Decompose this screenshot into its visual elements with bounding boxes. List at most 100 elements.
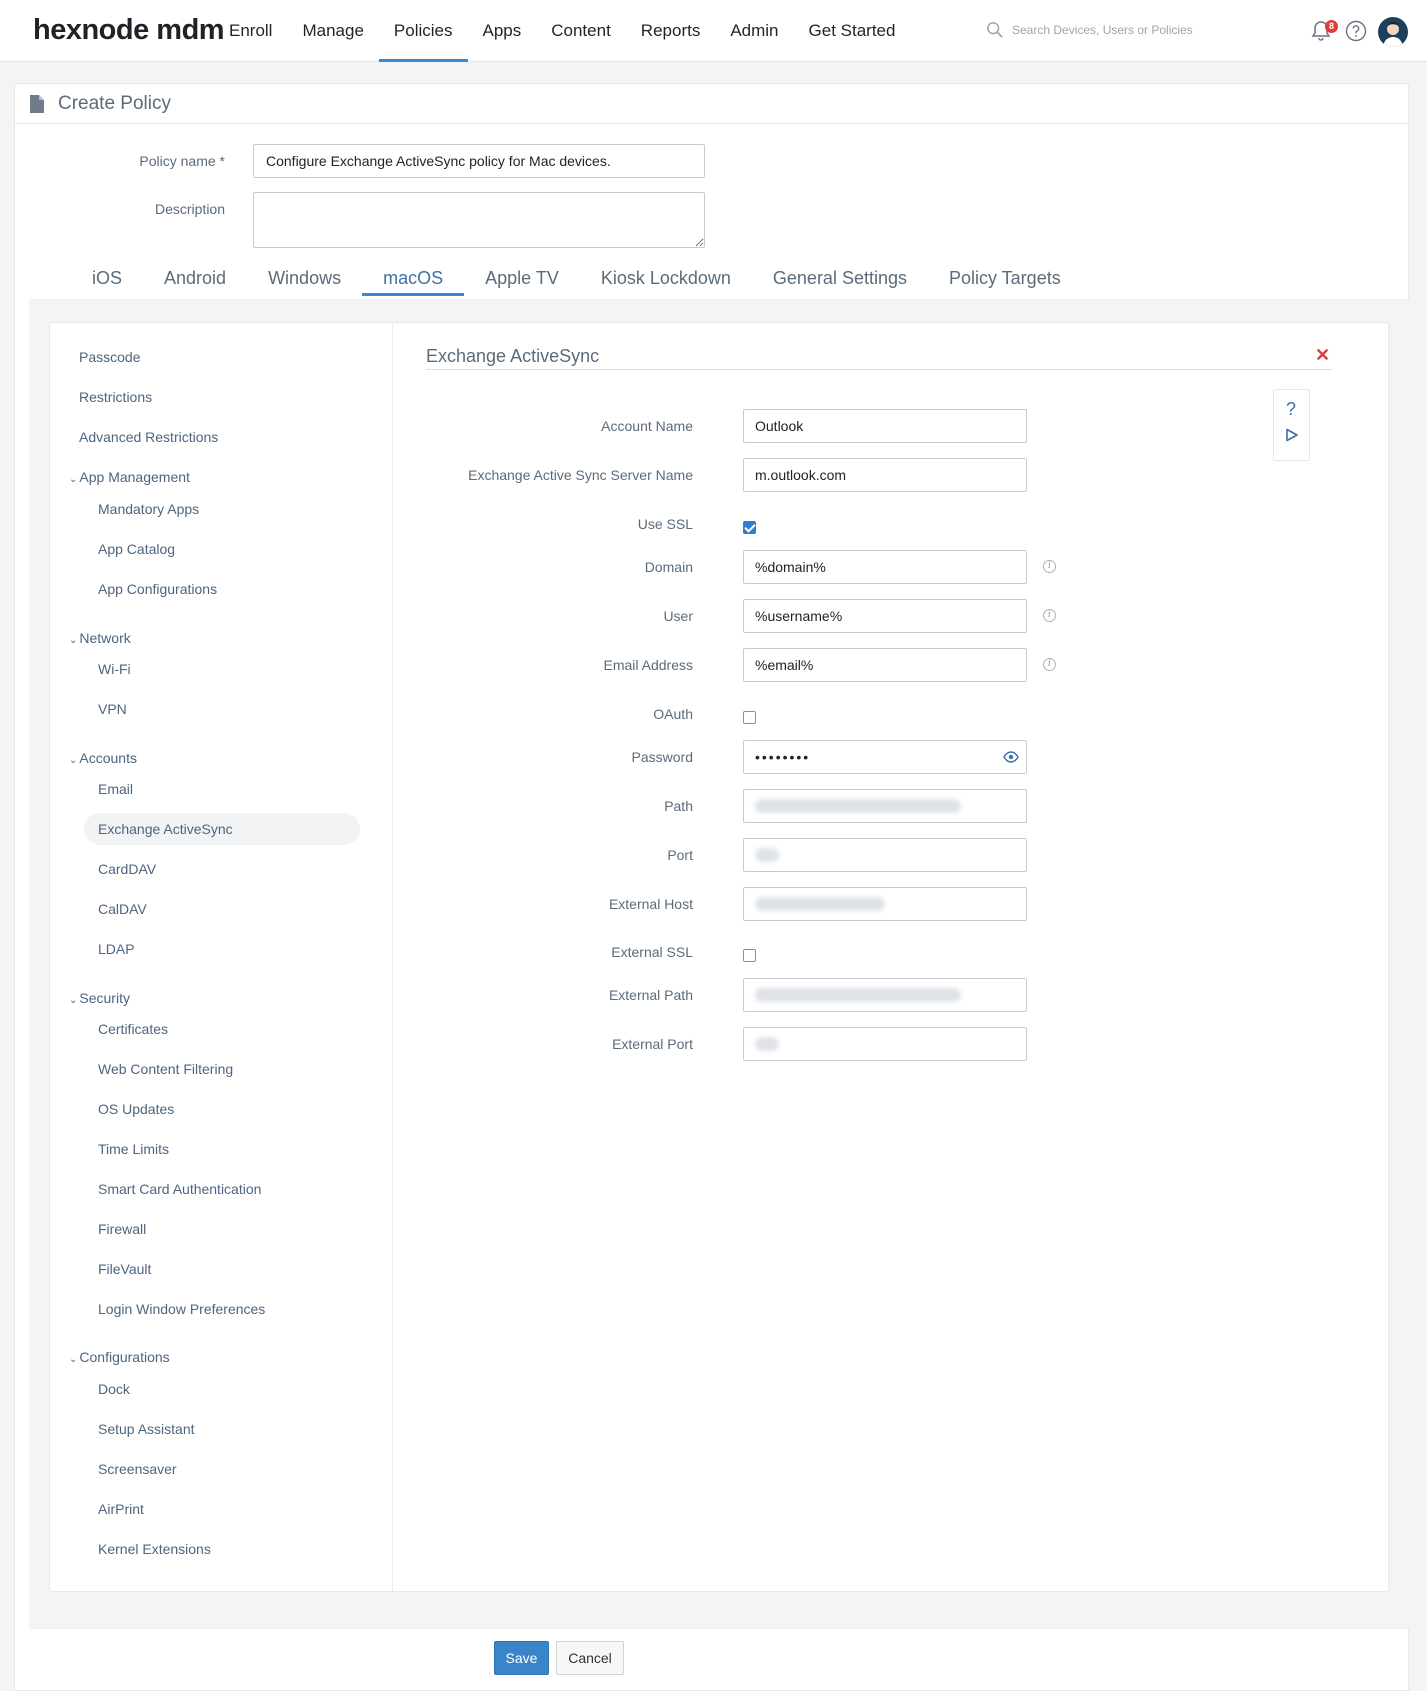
help-icon[interactable] [1345,20,1367,42]
exchange-activesync-panel: Exchange ActiveSync ✕ ? Account Name Exc… [393,323,1390,1593]
user-avatar-icon [1383,22,1403,47]
description-row: Description [15,192,705,248]
info-icon[interactable]: i [1043,658,1056,671]
sidebar-item-app-configurations[interactable]: App Configurations [98,581,217,597]
sidebar-item-login-window-preferences[interactable]: Login Window Preferences [98,1301,265,1317]
sidebar-item-advanced-restrictions[interactable]: Advanced Restrictions [79,429,218,445]
top-navbar: hexnode mdm Enroll Manage Policies Apps … [0,0,1427,62]
sidebar-group-security[interactable]: ⌄ Security [69,990,130,1006]
policy-name-input[interactable] [253,144,705,178]
tab-ios[interactable]: iOS [71,261,143,295]
sidebar-item-caldav[interactable]: CalDAV [98,901,147,917]
oauth-checkbox[interactable] [743,711,756,724]
sidebar-item-restrictions[interactable]: Restrictions [79,389,152,405]
app-logo[interactable]: hexnode mdm [33,14,225,47]
global-search [986,21,1232,39]
nav-apps[interactable]: Apps [468,0,537,62]
create-policy-card: Create Policy Policy name * Description … [14,83,1409,1691]
policy-name-row: Policy name * [15,144,705,178]
document-icon [30,94,44,113]
sidebar-group-network[interactable]: ⌄ Network [69,630,131,646]
port-input[interactable] [743,838,1027,872]
description-textarea[interactable] [253,192,705,248]
tab-apple-tv[interactable]: Apple TV [464,261,580,295]
tab-policy-targets[interactable]: Policy Targets [928,261,1082,295]
sidebar-item-wifi[interactable]: Wi-Fi [98,661,131,677]
sidebar-item-email[interactable]: Email [98,781,133,797]
redacted-value [755,799,961,813]
email-address-label: Email Address [603,657,693,673]
sidebar-item-vpn[interactable]: VPN [98,701,127,717]
cancel-button[interactable]: Cancel [556,1641,624,1675]
notification-badge: 8 [1325,20,1338,33]
sidebar-item-app-catalog[interactable]: App Catalog [98,541,175,557]
chevron-down-icon: ⌄ [69,995,78,1006]
nav-admin[interactable]: Admin [715,0,793,62]
user-label: User [663,608,693,624]
nav-reports[interactable]: Reports [626,0,716,62]
password-input[interactable] [743,740,1027,774]
sidebar-group-label: Network [79,630,131,646]
sidebar-item-os-updates[interactable]: OS Updates [98,1101,174,1117]
sidebar-item-passcode[interactable]: Passcode [79,349,140,365]
tab-windows[interactable]: Windows [247,261,362,295]
panel-title: Exchange ActiveSync [426,346,600,366]
oauth-label: OAuth [653,706,693,722]
tab-kiosk-lockdown[interactable]: Kiosk Lockdown [580,261,752,295]
policy-content-area: Passcode Restrictions Advanced Restricti… [29,299,1409,1629]
sidebar-item-ldap[interactable]: LDAP [98,941,135,957]
question-icon[interactable]: ? [1286,399,1296,420]
sidebar-item-airprint[interactable]: AirPrint [98,1501,144,1517]
email-address-input[interactable] [743,648,1027,682]
eye-icon[interactable] [1003,751,1019,763]
policy-name-label: Policy name * [139,153,225,169]
search-input[interactable] [1012,23,1232,37]
external-ssl-checkbox[interactable] [743,949,756,962]
sidebar-item-firewall[interactable]: Firewall [98,1221,146,1237]
user-avatar[interactable] [1378,17,1408,47]
external-port-label: External Port [612,1036,693,1052]
sidebar-item-mandatory-apps[interactable]: Mandatory Apps [98,501,199,517]
redacted-value [755,1037,779,1051]
sidebar-item-dock[interactable]: Dock [98,1381,130,1397]
sidebar-group-configurations[interactable]: ⌄ Configurations [69,1349,170,1365]
sidebar-item-carddav[interactable]: CardDAV [98,861,156,877]
domain-input[interactable] [743,550,1027,584]
sidebar-item-certificates[interactable]: Certificates [98,1021,168,1037]
sidebar-item-exchange-activesync[interactable]: Exchange ActiveSync [98,821,233,837]
play-icon[interactable] [1285,428,1299,442]
info-icon[interactable]: i [1043,560,1056,573]
chevron-down-icon: ⌄ [69,474,78,485]
nav-policies[interactable]: Policies [378,0,468,62]
sidebar-item-time-limits[interactable]: Time Limits [98,1141,169,1157]
user-input[interactable] [743,599,1027,633]
tab-general-settings[interactable]: General Settings [752,261,928,295]
info-icon[interactable]: i [1043,609,1056,622]
card-header: Create Policy [15,84,1408,124]
use-ssl-label: Use SSL [637,516,693,532]
sidebar-group-app-management[interactable]: ⌄ App Management [69,469,190,485]
nav-enroll[interactable]: Enroll [214,0,287,62]
panel-side-tools: ? [1273,389,1310,461]
sidebar-item-setup-assistant[interactable]: Setup Assistant [98,1421,195,1437]
sidebar-item-smart-card-authentication[interactable]: Smart Card Authentication [98,1181,261,1197]
main-nav: Enroll Manage Policies Apps Content Repo… [214,0,910,62]
save-button[interactable]: Save [494,1641,549,1675]
sidebar-item-web-content-filtering[interactable]: Web Content Filtering [98,1061,233,1077]
policy-editor: Passcode Restrictions Advanced Restricti… [49,322,1390,1593]
tab-android[interactable]: Android [143,261,247,295]
server-name-input[interactable] [743,458,1027,492]
sidebar-item-kernel-extensions[interactable]: Kernel Extensions [98,1541,211,1557]
sidebar-item-filevault[interactable]: FileVault [98,1261,151,1277]
use-ssl-checkbox[interactable] [743,521,756,534]
nav-content[interactable]: Content [536,0,626,62]
close-icon[interactable]: ✕ [1315,345,1330,366]
nav-manage[interactable]: Manage [287,0,378,62]
nav-get-started[interactable]: Get Started [794,0,911,62]
tab-macos[interactable]: macOS [362,261,465,296]
account-name-input[interactable] [743,409,1027,443]
external-port-input[interactable] [743,1027,1027,1061]
sidebar-item-screensaver[interactable]: Screensaver [98,1461,177,1477]
sidebar-group-accounts[interactable]: ⌄ Accounts [69,750,137,766]
account-name-label: Account Name [601,418,693,434]
